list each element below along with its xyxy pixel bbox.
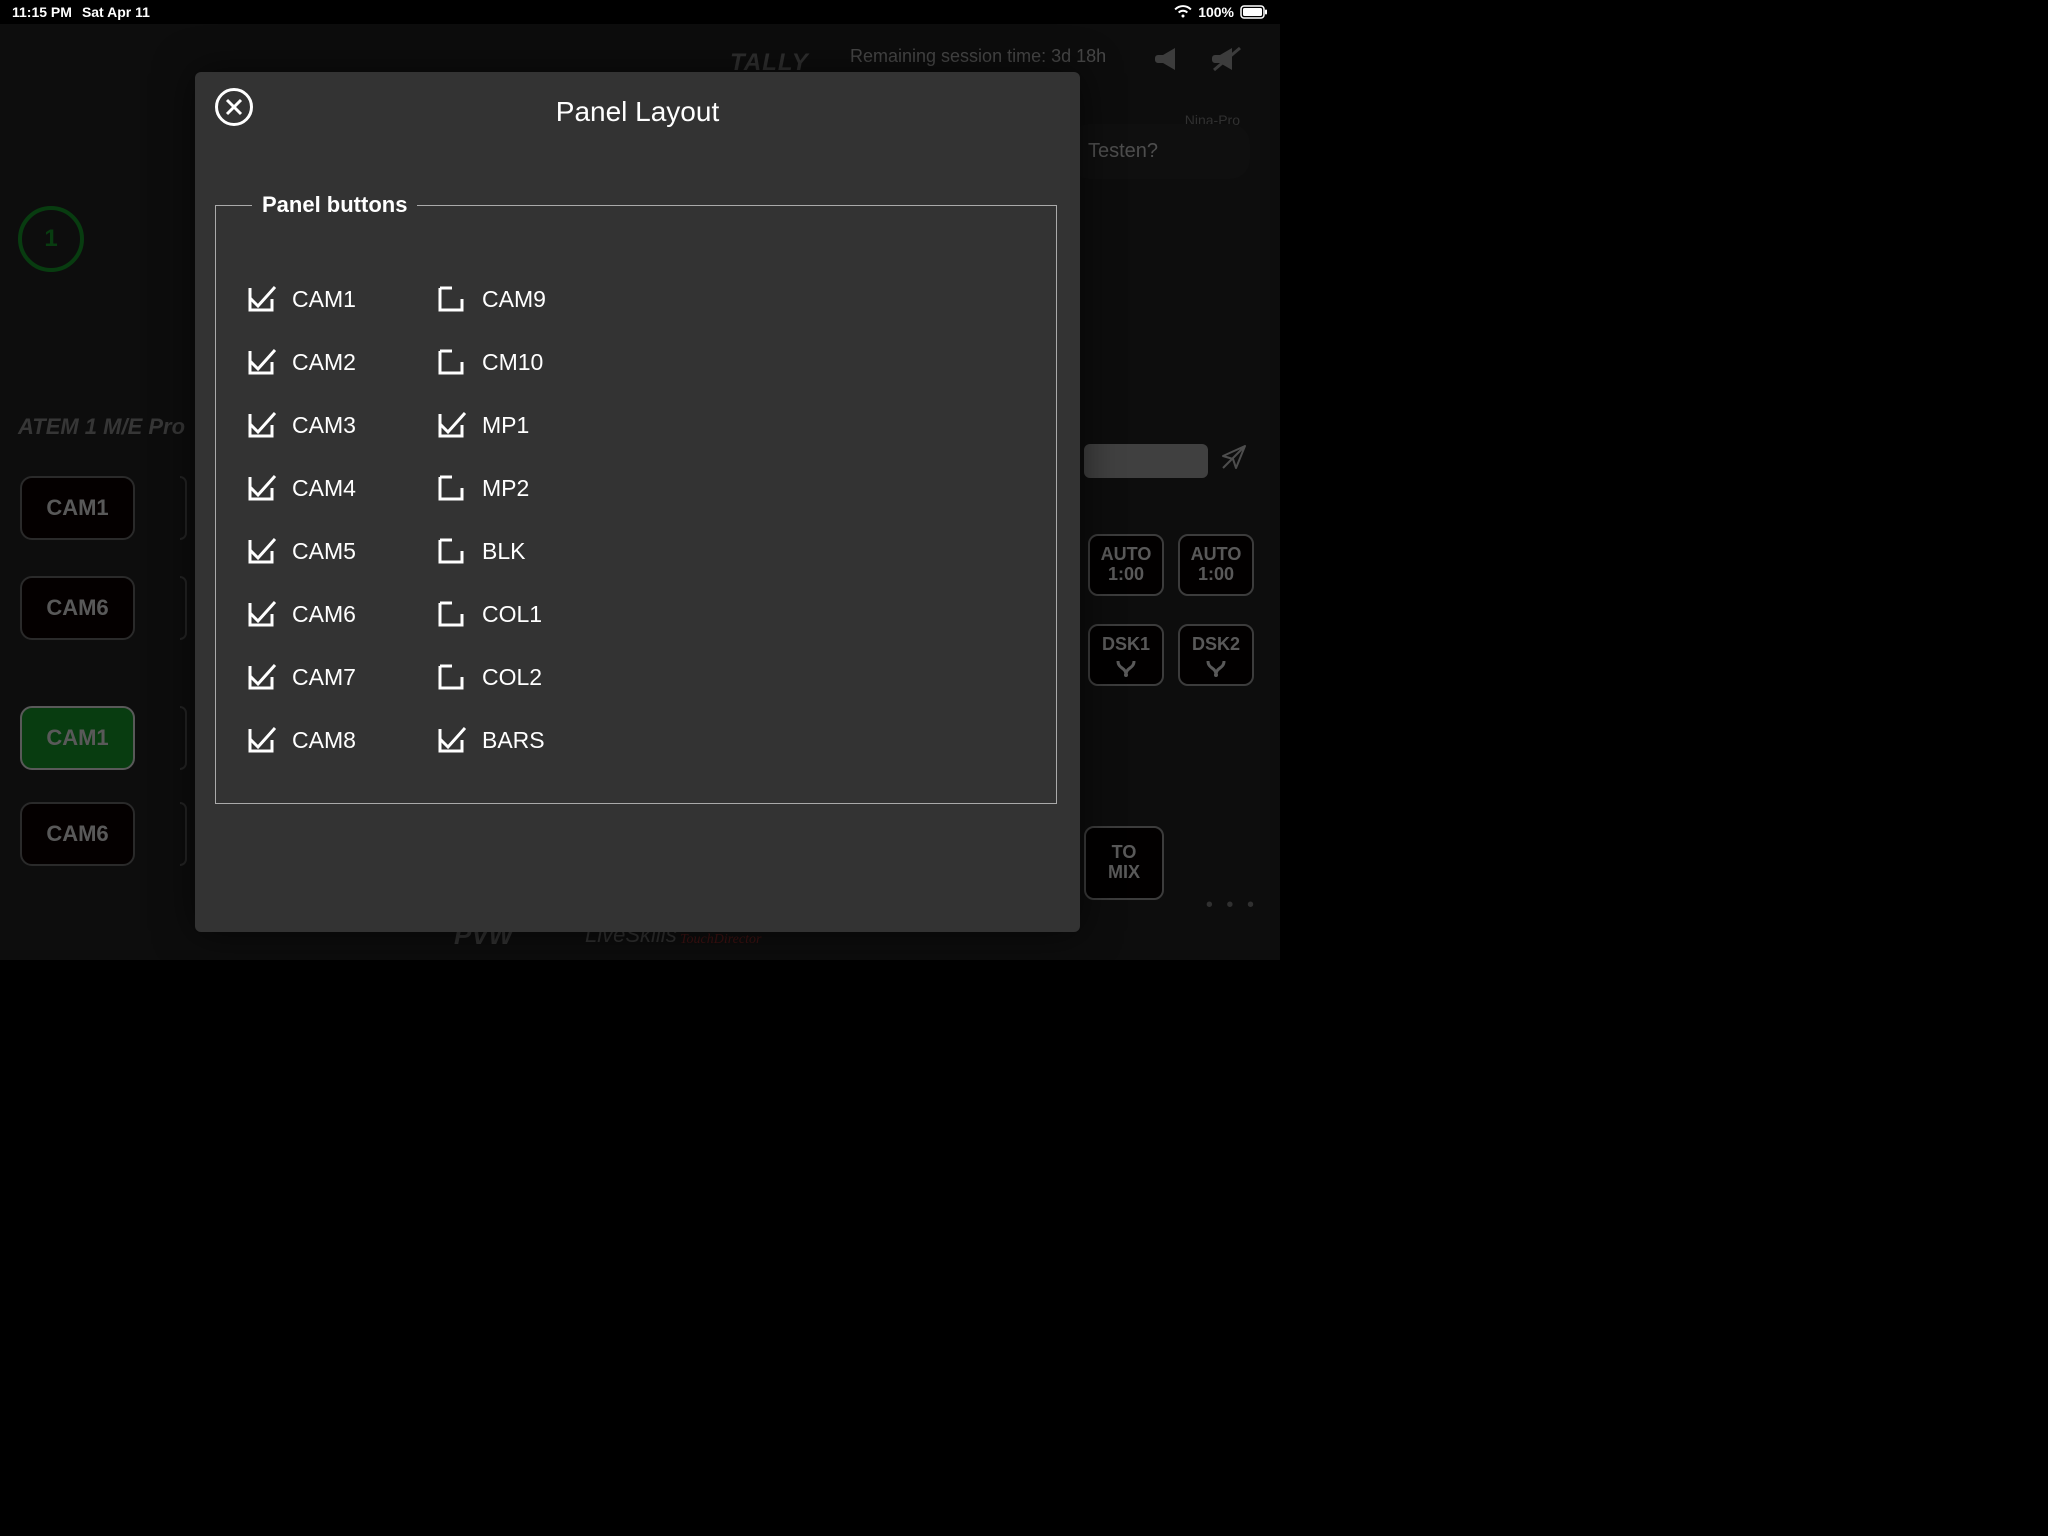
checkbox-unchecked-icon [436, 536, 466, 566]
panel-layout-modal: Panel Layout Panel buttons CAM1 CAM9 CAM2 C… [195, 72, 1080, 932]
checkbox-checked-icon [246, 662, 276, 692]
checkbox-label: CAM8 [292, 727, 356, 754]
checkbox-label: CAM5 [292, 538, 356, 565]
modal-title: Panel Layout [195, 96, 1080, 128]
tally-indicator: 1 [18, 206, 84, 272]
brand-touchdirector: TouchDirector [680, 932, 761, 948]
panel-buttons-group: Panel buttons CAM1 CAM9 CAM2 CM10 CAM3 MP1 CAM… [215, 192, 1057, 804]
source-cam6-program-button[interactable]: CAM6 [20, 802, 135, 866]
chat-input[interactable] [1084, 444, 1208, 478]
checkbox-col2[interactable]: COL2 [436, 662, 626, 692]
checkbox-checked-icon [246, 347, 276, 377]
device-label: ATEM 1 M/E Pro [18, 414, 185, 440]
checkbox-checked-icon [246, 410, 276, 440]
dsk2-button[interactable]: DSK2 [1178, 624, 1254, 686]
checkbox-cam4[interactable]: CAM4 [246, 473, 436, 503]
checkbox-cam2[interactable]: CAM2 [246, 347, 436, 377]
checkbox-label: CAM9 [482, 286, 546, 313]
checkbox-label: CM10 [482, 349, 543, 376]
checkbox-label: MP1 [482, 412, 529, 439]
checkbox-mp2[interactable]: MP2 [436, 473, 626, 503]
source-cam6-preview-button[interactable]: CAM6 [20, 576, 135, 640]
checkbox-unchecked-icon [436, 662, 466, 692]
checkbox-unchecked-icon [436, 284, 466, 314]
merge-icon [1204, 659, 1228, 677]
chat-bubble: Testen? [1070, 124, 1250, 179]
checkbox-label: CAM7 [292, 664, 356, 691]
checkbox-cm10[interactable]: CM10 [436, 347, 626, 377]
checkbox-mp1[interactable]: MP1 [436, 410, 626, 440]
checkbox-label: CAM1 [292, 286, 356, 313]
checkbox-col1[interactable]: COL1 [436, 599, 626, 629]
checkbox-label: COL1 [482, 601, 542, 628]
checkbox-cam9[interactable]: CAM9 [436, 284, 626, 314]
checkbox-cam3[interactable]: CAM3 [246, 410, 436, 440]
source-stub[interactable] [180, 576, 187, 640]
checkbox-label: CAM3 [292, 412, 356, 439]
checkbox-unchecked-icon [436, 473, 466, 503]
checkbox-cam7[interactable]: CAM7 [246, 662, 436, 692]
checkbox-label: CAM2 [292, 349, 356, 376]
wifi-icon [1174, 5, 1192, 19]
checkbox-label: BARS [482, 727, 545, 754]
checkbox-checked-icon [436, 410, 466, 440]
status-bar: 11:15 PM Sat Apr 11 100% [0, 0, 1280, 24]
source-cam1-program-button[interactable]: CAM1 [20, 706, 135, 770]
checkbox-cam8[interactable]: CAM8 [246, 725, 436, 755]
panel-buttons-legend: Panel buttons [252, 192, 417, 218]
battery-percent: 100% [1198, 4, 1234, 20]
checkbox-checked-icon [246, 284, 276, 314]
battery-icon [1240, 5, 1268, 19]
checkbox-checked-icon [436, 725, 466, 755]
checkbox-blk[interactable]: BLK [436, 536, 626, 566]
checkbox-cam5[interactable]: CAM5 [246, 536, 436, 566]
to-mix-button[interactable]: TOMIX [1084, 826, 1164, 900]
checkbox-cam6[interactable]: CAM6 [246, 599, 436, 629]
checkbox-label: CAM4 [292, 475, 356, 502]
checkbox-checked-icon [246, 473, 276, 503]
status-date: Sat Apr 11 [82, 4, 150, 20]
checkbox-bars[interactable]: BARS [436, 725, 626, 755]
source-stub[interactable] [180, 476, 187, 540]
checkbox-unchecked-icon [436, 599, 466, 629]
status-time: 11:15 PM [12, 4, 72, 20]
source-cam1-preview-button[interactable]: CAM1 [20, 476, 135, 540]
tally-number: 1 [44, 225, 57, 253]
checkbox-label: MP2 [482, 475, 529, 502]
source-stub[interactable] [180, 706, 187, 770]
session-time: Remaining session time: 3d 18h [850, 46, 1106, 67]
more-icon[interactable]: • • • [1206, 894, 1258, 917]
checkbox-label: CAM6 [292, 601, 356, 628]
checkbox-checked-icon [246, 536, 276, 566]
megaphone-mute-icon[interactable] [1212, 46, 1242, 77]
checkbox-unchecked-icon [436, 347, 466, 377]
auto-button-1[interactable]: AUTO1:00 [1088, 534, 1164, 596]
merge-icon [1114, 659, 1138, 677]
checkbox-checked-icon [246, 599, 276, 629]
auto-button-2[interactable]: AUTO1:00 [1178, 534, 1254, 596]
send-icon[interactable] [1220, 443, 1248, 476]
checkbox-cam1[interactable]: CAM1 [246, 284, 436, 314]
megaphone-icon[interactable] [1155, 46, 1185, 77]
source-stub[interactable] [180, 802, 187, 866]
checkbox-label: BLK [482, 538, 525, 565]
checkbox-label: COL2 [482, 664, 542, 691]
checkbox-checked-icon [246, 725, 276, 755]
dsk1-button[interactable]: DSK1 [1088, 624, 1164, 686]
